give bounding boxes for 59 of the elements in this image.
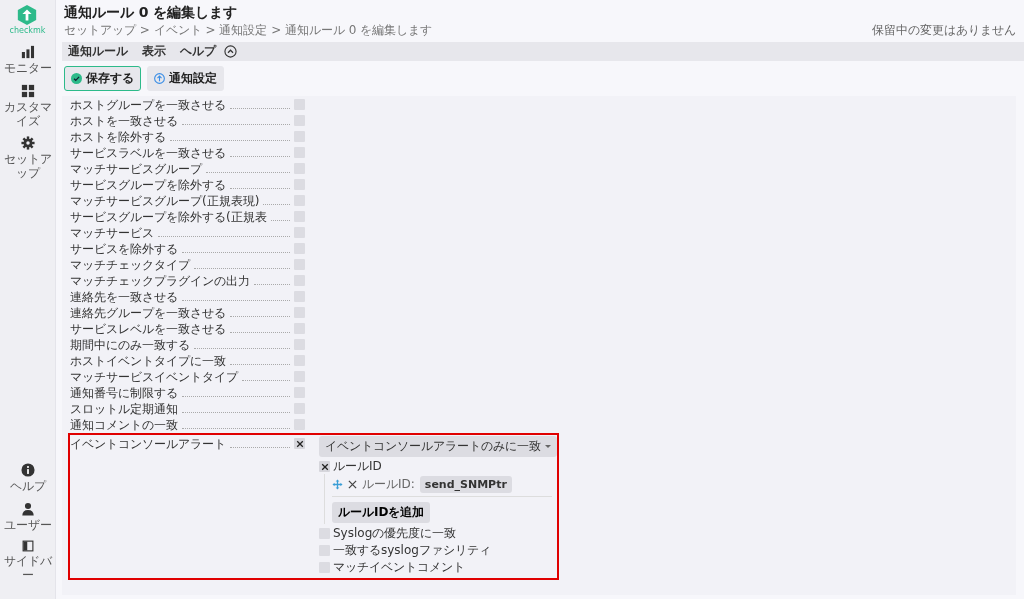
condition-label: イベントコンソールアラート: [70, 436, 226, 452]
delete-icon[interactable]: [348, 480, 357, 489]
condition-label: ホストを一致させる: [70, 113, 178, 129]
condition-label: マッチサービスグループ(正規表現): [70, 193, 260, 209]
sidebar-label[interactable]: モニター: [0, 62, 55, 76]
condition-label: 連絡先グループを一致させる: [70, 305, 226, 321]
sidebar-label[interactable]: ユーザー: [0, 518, 55, 533]
condition-label: サービスを除外する: [70, 241, 178, 257]
check-icon: [71, 73, 82, 84]
save-button[interactable]: 保存する: [64, 66, 141, 91]
move-icon[interactable]: [332, 479, 343, 490]
condition-label: マッチチェックプラグインの出力: [70, 273, 250, 289]
condition-label: サービスグループを除外する: [70, 177, 226, 193]
user-icon[interactable]: [20, 501, 35, 516]
page-title: 通知ルール 0 を編集します: [64, 4, 239, 22]
option-label: Syslogの優先度に一致: [333, 526, 457, 541]
logo-icon[interactable]: [16, 4, 39, 26]
condition-label: 通知番号に制限する: [70, 385, 178, 401]
menu-item[interactable]: 表示: [142, 43, 166, 60]
pending-changes-text[interactable]: 保留中の変更はありません: [872, 22, 1016, 39]
checkbox[interactable]: [294, 438, 305, 449]
sidebar-label[interactable]: サイドバー: [0, 555, 55, 583]
rule-id-label: ルールID:: [362, 476, 415, 493]
up-arrow-icon: [154, 73, 165, 84]
condition-label: マッチサービスグループ: [70, 161, 202, 177]
menu-item[interactable]: ヘルプ: [180, 43, 216, 60]
condition-label: サービスラベルを一致させる: [70, 145, 226, 161]
breadcrumb: セットアップ > イベント > 通知設定 > 通知ルール 0 を編集します: [64, 22, 433, 39]
condition-label: サービスレベルを一致させる: [70, 321, 226, 337]
logo-text: checkmk: [9, 26, 46, 35]
option-label: マッチイベントコメント: [333, 560, 465, 575]
condition-label: 通知コメントの一致: [70, 417, 178, 433]
condition-label: マッチサービス: [70, 225, 154, 241]
dropdown[interactable]: イベントコンソールアラートのみに一致: [319, 436, 557, 457]
condition-label: スロットル定期通知: [70, 401, 178, 417]
menu-item[interactable]: 通知ルール: [68, 43, 128, 60]
condition-label: マッチチェックタイプ: [70, 257, 190, 273]
option-label: ルールID: [333, 459, 382, 474]
condition-label: ホストグループを一致させる: [70, 97, 226, 113]
settings-link-button[interactable]: 通知設定: [147, 66, 224, 91]
condition-label: 連絡先を一致させる: [70, 289, 178, 305]
condition-label: サービスグループを除外する(正規表: [70, 209, 267, 225]
option-label: 一致するsyslogファシリティ: [333, 543, 491, 558]
collapse-icon[interactable]: [224, 45, 237, 58]
grid-icon[interactable]: [20, 83, 35, 98]
sidebar-panel-icon[interactable]: [21, 540, 34, 553]
sidebar-label[interactable]: セットアップ: [0, 153, 55, 181]
checkbox[interactable]: [319, 461, 330, 472]
sidebar-label[interactable]: カスタマイズ: [0, 100, 55, 129]
bar-chart-icon[interactable]: [20, 45, 35, 59]
settings-icon[interactable]: [20, 136, 35, 151]
add-rule-id-button[interactable]: ルールIDを追加: [332, 502, 431, 523]
rule-id-field[interactable]: send_SNMPtr: [419, 476, 512, 493]
condition-label: 期間中にのみ一致する: [70, 337, 190, 353]
condition-label: ホストを除外する: [70, 129, 166, 145]
condition-label: マッチサービスイベントタイプ: [70, 369, 238, 385]
info-icon[interactable]: [20, 462, 35, 477]
sidebar-label[interactable]: ヘルプ: [0, 479, 55, 494]
condition-label: ホストイベントタイプに一致: [70, 353, 226, 369]
